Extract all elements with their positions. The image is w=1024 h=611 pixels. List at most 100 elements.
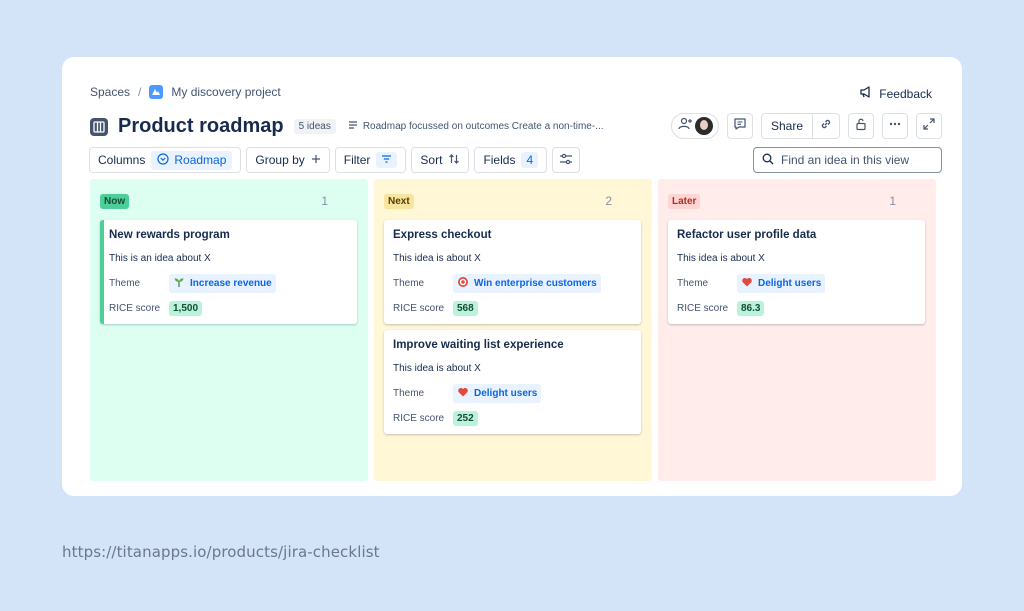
unlock-icon (854, 117, 868, 136)
card-description: This idea is about X (393, 253, 481, 264)
theme-tag[interactable]: Win enterprise customers (453, 273, 601, 293)
project-icon (149, 85, 164, 99)
theme-field: Theme Increase revenue (109, 273, 347, 293)
column-lozenge: Next (384, 193, 414, 209)
breadcrumb: Spaces / My discovery project (90, 85, 281, 99)
column-later: Later 1 Refactor user profile data This … (658, 179, 936, 481)
filter-icon (376, 152, 398, 168)
comment-icon (733, 117, 747, 136)
field-label: Theme (109, 277, 141, 289)
title-row: Product roadmap 5 ideas Roadmap focussed… (90, 115, 604, 138)
breadcrumb-separator: / (138, 85, 142, 99)
theme-label: Increase revenue (190, 277, 272, 289)
fields-button[interactable]: Fields 4 (474, 147, 548, 173)
column-next: Next 2 Express checkout This idea is abo… (374, 179, 652, 481)
app-window: Spaces / My discovery project Feedback P… (62, 57, 962, 496)
lines-icon (348, 120, 358, 133)
page-title: Product roadmap (118, 115, 284, 137)
breadcrumb-project[interactable]: My discovery project (171, 85, 280, 99)
theme-tag[interactable]: Delight users (453, 383, 542, 403)
idea-card[interactable]: Improve waiting list experience This ide… (384, 330, 641, 434)
search-placeholder: Find an idea in this view (781, 153, 910, 167)
score-field: RICE score 252 (393, 410, 631, 426)
copy-link-button[interactable] (813, 114, 839, 138)
theme-tag[interactable]: Delight users (737, 273, 826, 293)
fields-count: 4 (521, 152, 539, 168)
target-icon (457, 276, 469, 291)
card-description: This is an idea about X (109, 253, 211, 264)
card-title: New rewards program (109, 229, 230, 241)
title-actions: Share (670, 113, 942, 139)
add-person-icon (677, 116, 693, 137)
sort-label: Sort (420, 153, 443, 167)
field-label: RICE score (393, 302, 445, 314)
sliders-icon (559, 153, 573, 168)
card-title: Improve waiting list experience (393, 339, 564, 351)
comment-button[interactable] (726, 113, 753, 139)
search-input[interactable]: Find an idea in this view (753, 147, 942, 173)
rice-score: 1,500 (169, 300, 203, 316)
columns-value-pill[interactable]: Roadmap (151, 150, 233, 170)
feedback-button[interactable]: Feedback (859, 85, 932, 102)
column-header: Next 2 (384, 189, 642, 211)
column-header: Now 1 (100, 189, 358, 211)
heart-icon (741, 276, 753, 291)
field-label: RICE score (109, 302, 161, 314)
idea-card[interactable]: Express checkout This idea is about X Th… (384, 220, 641, 324)
sort-button[interactable]: Sort (411, 147, 470, 173)
card-description: This idea is about X (393, 363, 481, 374)
score-field: RICE score 1,500 (109, 300, 347, 316)
plus-icon (311, 153, 321, 167)
expand-icon (922, 117, 936, 136)
roadmap-board: Now 1 New rewards program This is an ide… (90, 179, 936, 481)
card-title: Express checkout (393, 229, 492, 241)
sort-icon (448, 153, 460, 168)
rice-score: 86.3 (737, 300, 765, 316)
score-field: RICE score 86.3 (677, 300, 915, 316)
search-icon (762, 153, 774, 168)
feedback-label: Feedback (879, 86, 932, 101)
columns-value: Roadmap (174, 153, 227, 167)
idea-card[interactable]: Refactor user profile data This idea is … (668, 220, 925, 324)
idea-card[interactable]: New rewards program This is an idea abou… (100, 220, 357, 324)
megaphone-icon (859, 85, 873, 102)
theme-label: Delight users (474, 387, 538, 399)
view-toolbar: Columns Roadmap Group by Filter Sort Fie… (89, 147, 942, 173)
fields-label: Fields (483, 153, 516, 167)
share-button[interactable]: Share (762, 114, 813, 138)
rice-score: 568 (453, 300, 478, 316)
rice-score: 252 (453, 410, 478, 426)
theme-tag[interactable]: Increase revenue (169, 273, 276, 293)
theme-field: Theme Win enterprise customers (393, 273, 631, 293)
field-label: Theme (393, 277, 425, 289)
theme-field: Theme Delight users (677, 273, 915, 293)
view-settings-button[interactable] (552, 147, 581, 173)
column-now: Now 1 New rewards program This is an ide… (90, 179, 368, 481)
field-label: RICE score (677, 302, 729, 314)
expand-button[interactable] (916, 113, 942, 139)
column-count: 2 (605, 194, 612, 208)
sprout-icon (173, 276, 185, 291)
columns-button[interactable]: Columns Roadmap (89, 147, 242, 173)
columns-label: Columns (98, 153, 146, 167)
breadcrumb-spaces[interactable]: Spaces (90, 85, 130, 99)
view-description-text: Roadmap focussed on outcomes Create a no… (362, 121, 604, 132)
ideas-count-badge: 5 ideas (293, 119, 336, 134)
link-icon (819, 117, 833, 136)
group-by-label: Group by (255, 153, 305, 167)
theme-label: Win enterprise customers (474, 277, 597, 289)
footer-url: https://titanapps.io/products/jira-check… (62, 543, 380, 561)
heart-icon (457, 386, 469, 401)
avatar[interactable] (694, 117, 713, 135)
collaborators-group[interactable] (670, 113, 719, 139)
view-description[interactable]: Roadmap focussed on outcomes Create a no… (348, 120, 604, 133)
card-description: This idea is about X (677, 253, 765, 264)
theme-label: Delight users (758, 277, 822, 289)
more-button[interactable] (882, 113, 908, 139)
share-group: Share (760, 113, 840, 139)
more-icon (888, 117, 902, 136)
lock-button[interactable] (848, 113, 874, 139)
filter-button[interactable]: Filter (334, 147, 407, 173)
field-label: RICE score (393, 412, 445, 424)
group-by-button[interactable]: Group by (246, 147, 330, 173)
